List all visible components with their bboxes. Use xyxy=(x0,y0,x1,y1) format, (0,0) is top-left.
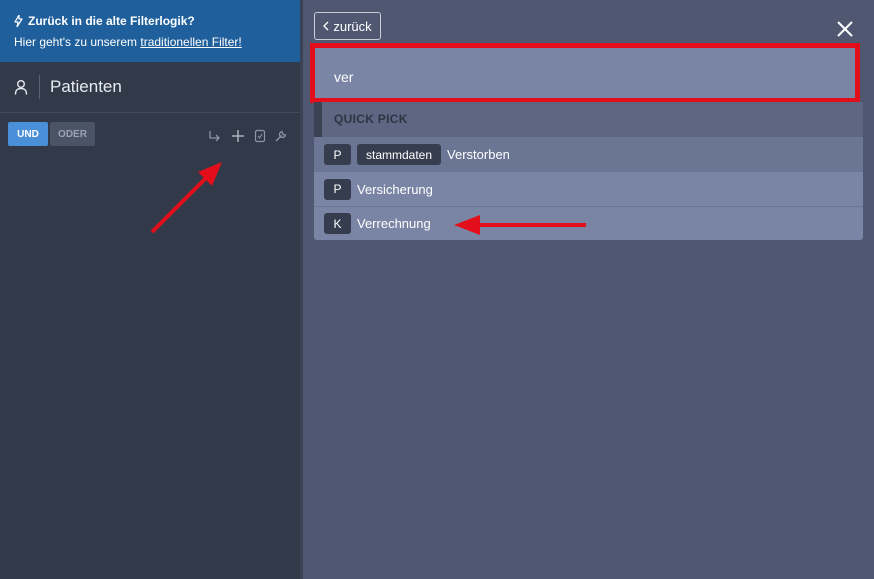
branch-arrow-icon[interactable] xyxy=(208,129,222,143)
result-label: Versicherung xyxy=(357,181,433,197)
result-item-verrechnung[interactable]: K Verrechnung xyxy=(314,207,863,240)
annotation-arrow-verrechnung xyxy=(454,215,586,235)
result-category-chip: stammdaten xyxy=(357,144,442,165)
back-button[interactable]: zurück xyxy=(314,12,381,40)
chevron-left-icon xyxy=(323,21,329,31)
quick-pick-strip xyxy=(314,102,322,137)
result-type-badge: P xyxy=(324,144,351,165)
lightning-icon xyxy=(14,15,23,27)
banner-title-text: Zurück in die alte Filterlogik? xyxy=(28,14,195,28)
user-icon xyxy=(14,80,28,95)
entity-selector[interactable]: Patienten xyxy=(0,62,300,113)
filter-sidebar: Zurück in die alte Filterlogik? Hier geh… xyxy=(0,0,300,579)
banner-text: Hier geht's zu unserem traditionellen Fi… xyxy=(14,35,242,49)
search-value: ver xyxy=(334,69,354,85)
banner-title: Zurück in die alte Filterlogik? xyxy=(14,14,195,28)
und-toggle-button[interactable]: UND xyxy=(8,122,48,146)
old-filter-banner: Zurück in die alte Filterlogik? Hier geh… xyxy=(0,0,300,62)
close-icon[interactable] xyxy=(836,20,854,38)
result-type-badge: K xyxy=(324,213,351,234)
quick-pick-label: QUICK PICK xyxy=(334,112,408,126)
result-label: Verstorben xyxy=(447,147,510,162)
quick-pick-header: QUICK PICK xyxy=(314,102,863,137)
banner-text-prefix: Hier geht's zu unserem xyxy=(14,35,141,49)
back-label: zurück xyxy=(333,18,372,34)
checklist-icon[interactable] xyxy=(253,129,267,143)
results-dropdown: QUICK PICK P stammdaten Verstorben P Ver… xyxy=(314,102,863,240)
result-item-versicherung[interactable]: P Versicherung xyxy=(314,172,863,207)
annotation-arrow-tools xyxy=(150,162,222,234)
entity-separator xyxy=(39,75,40,99)
search-input[interactable]: ver xyxy=(310,43,860,103)
result-item-verstorben[interactable]: P stammdaten Verstorben xyxy=(314,137,863,172)
entity-label: Patienten xyxy=(50,77,122,96)
traditional-filter-link[interactable]: traditionellen Filter! xyxy=(140,35,241,49)
plus-icon[interactable] xyxy=(231,129,245,143)
result-label: Verrechnung xyxy=(357,216,431,231)
oder-toggle-button[interactable]: ODER xyxy=(50,122,95,146)
result-type-badge: P xyxy=(324,178,351,200)
wrench-icon[interactable] xyxy=(274,129,288,143)
